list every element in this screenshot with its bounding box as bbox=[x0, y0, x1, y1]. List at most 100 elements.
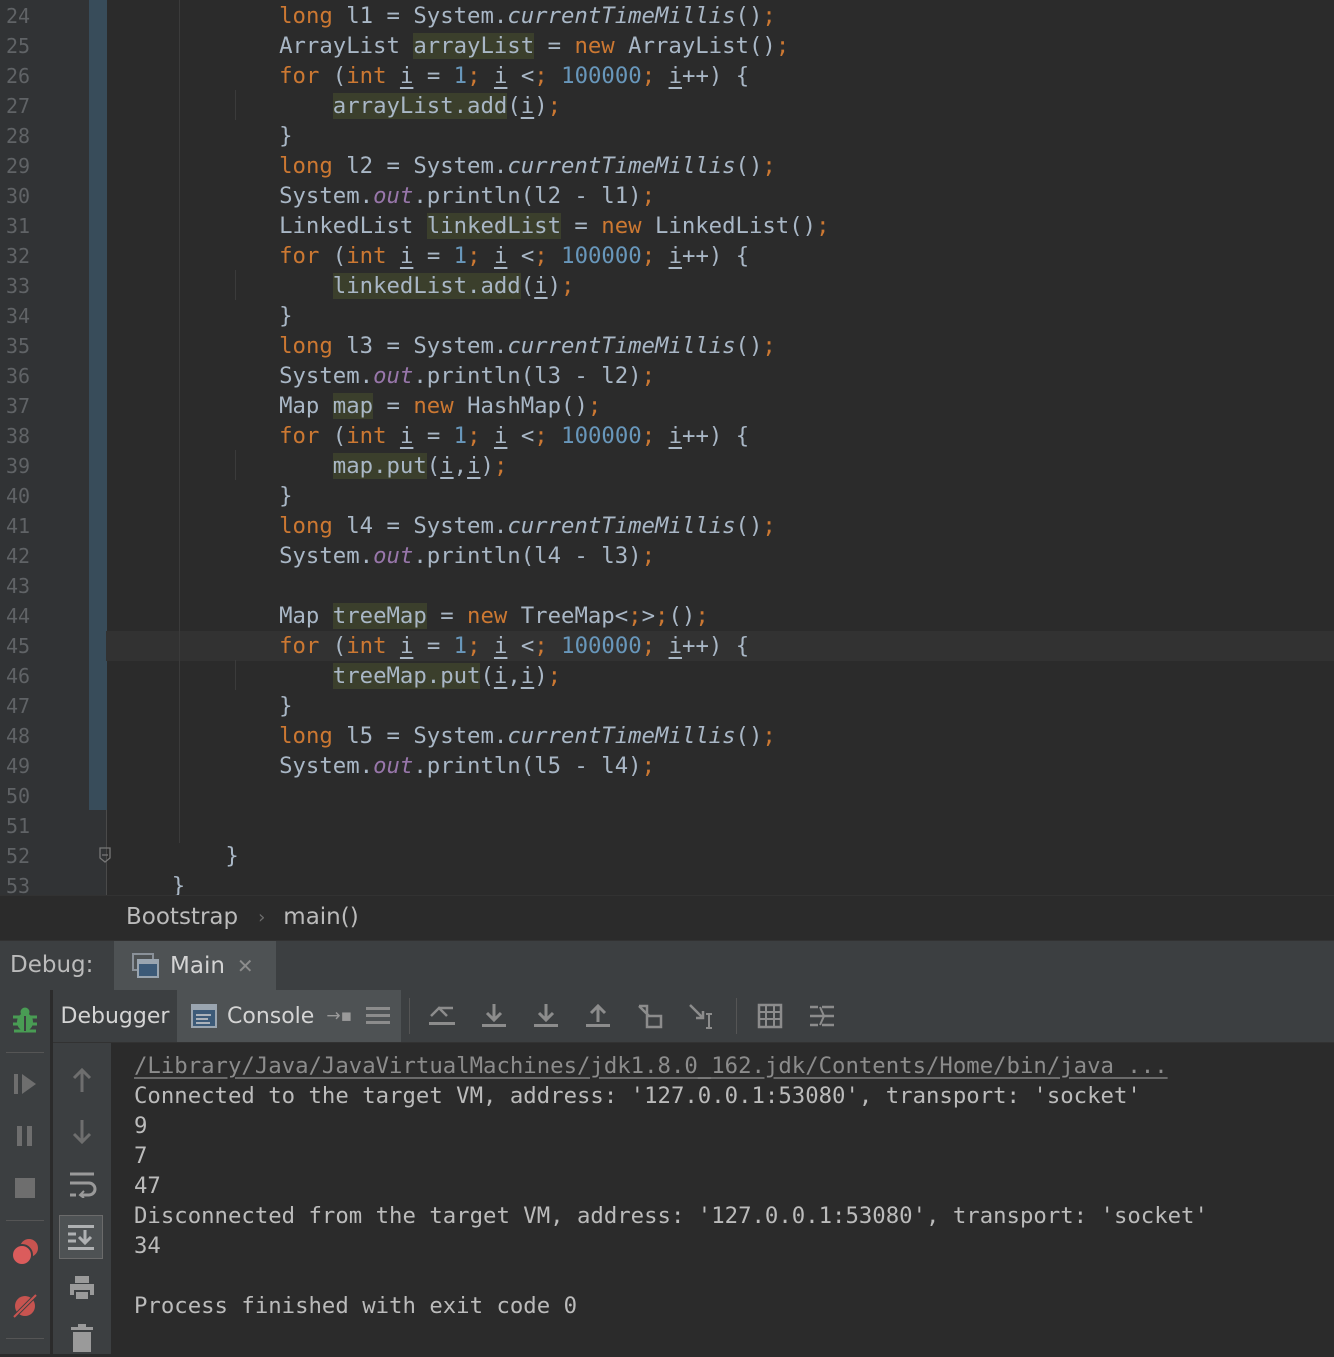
code-text: for (int i = 1; i <; 100000; i++) { bbox=[279, 633, 750, 659]
code-line[interactable]: 51 bbox=[0, 811, 1334, 841]
code-line[interactable]: 43 bbox=[0, 571, 1334, 601]
resume-icon[interactable] bbox=[9, 1068, 41, 1100]
breadcrumb-class[interactable]: Bootstrap bbox=[126, 904, 238, 930]
line-number: 52 bbox=[6, 844, 31, 868]
code-text: } bbox=[118, 483, 293, 509]
console-line: 34 bbox=[134, 1233, 161, 1259]
code-line[interactable]: 28 } bbox=[0, 121, 1334, 151]
view-breakpoints-icon[interactable] bbox=[9, 1236, 41, 1268]
code-line[interactable]: 25 ArrayList arrayList = new ArrayList()… bbox=[0, 31, 1334, 61]
code-text: long l4 = System.currentTimeMillis(); bbox=[279, 513, 776, 539]
code-line[interactable]: 36 System.out.println(l3 - l2); bbox=[0, 361, 1334, 391]
code-line[interactable]: 45 for (int i = 1; i <; 100000; i++) { bbox=[0, 631, 1334, 661]
line-number: 39 bbox=[6, 454, 31, 478]
line-number: 25 bbox=[6, 34, 31, 58]
code-editor[interactable]: 24 long l1 = System.currentTimeMillis();… bbox=[0, 0, 1334, 895]
code-text: for (int i = 1; i <; 100000; i++) { bbox=[279, 63, 750, 89]
line-number: 32 bbox=[6, 244, 31, 268]
code-line[interactable]: 35 long l3 = System.currentTimeMillis(); bbox=[0, 331, 1334, 361]
line-number: 51 bbox=[6, 814, 31, 838]
code-line[interactable]: 31 LinkedList linkedList = new LinkedLis… bbox=[0, 211, 1334, 241]
stop-icon[interactable] bbox=[9, 1172, 41, 1204]
breadcrumb-bar: Bootstrap › main() bbox=[0, 895, 1334, 941]
line-number: 41 bbox=[6, 514, 31, 538]
code-line[interactable]: 50 bbox=[0, 781, 1334, 811]
fold-marker-icon[interactable] bbox=[98, 847, 112, 863]
code-line[interactable]: 37 Map map = new HashMap(); bbox=[0, 391, 1334, 421]
debug-tool-window-header: Debug: Main ✕ bbox=[0, 940, 1334, 991]
code-line[interactable]: 38 for (int i = 1; i <; 100000; i++) { bbox=[0, 421, 1334, 451]
code-text: treeMap.put(i,i); bbox=[332, 663, 562, 689]
trace-icon[interactable] bbox=[805, 999, 839, 1033]
console-command-path[interactable]: /Library/Java/JavaVirtualMachines/jdk1.8… bbox=[134, 1051, 1168, 1081]
code-line[interactable]: 41 long l4 = System.currentTimeMillis(); bbox=[0, 511, 1334, 541]
breadcrumb: Bootstrap › main() bbox=[126, 904, 359, 930]
code-line[interactable]: 48 long l5 = System.currentTimeMillis(); bbox=[0, 721, 1334, 751]
pause-icon[interactable] bbox=[9, 1120, 41, 1152]
print-icon[interactable] bbox=[63, 1269, 101, 1307]
code-line[interactable]: 44 Map treeMap = new TreeMap<;>;(); bbox=[0, 601, 1334, 631]
trash-icon[interactable] bbox=[63, 1319, 101, 1357]
console-line: 9 bbox=[134, 1113, 148, 1139]
restore-layout-icon[interactable] bbox=[361, 999, 395, 1033]
code-line[interactable]: 33 linkedList.add(i); bbox=[0, 271, 1334, 301]
code-text: } bbox=[118, 123, 293, 149]
code-text: LinkedList linkedList = new LinkedList()… bbox=[118, 213, 830, 239]
step-over-icon[interactable] bbox=[477, 999, 511, 1033]
line-number: 30 bbox=[6, 184, 31, 208]
code-line[interactable]: 47 } bbox=[0, 691, 1334, 721]
code-text: } bbox=[118, 693, 293, 719]
line-number: 48 bbox=[6, 724, 31, 748]
code-text: Map map = new HashMap(); bbox=[118, 393, 602, 419]
debug-bug-icon[interactable] bbox=[9, 1004, 41, 1036]
step-out-icon[interactable] bbox=[581, 999, 615, 1033]
line-number: 33 bbox=[6, 274, 31, 298]
console-line: Connected to the target VM, address: '12… bbox=[134, 1083, 1141, 1109]
code-line[interactable]: 39 map.put(i,i); bbox=[0, 451, 1334, 481]
pin-tab-icon[interactable]: →▪ bbox=[326, 1006, 352, 1026]
code-line[interactable]: 52 } bbox=[0, 841, 1334, 871]
scroll-to-end-icon[interactable] bbox=[59, 1215, 103, 1259]
console-output[interactable]: /Library/Java/JavaVirtualMachines/jdk1.8… bbox=[112, 1043, 1334, 1354]
show-execution-point-icon[interactable] bbox=[425, 999, 459, 1033]
code-line[interactable]: 27 arrayList.add(i); bbox=[0, 91, 1334, 121]
code-text: long l2 = System.currentTimeMillis(); bbox=[279, 153, 776, 179]
line-number: 29 bbox=[6, 154, 31, 178]
drop-frame-icon[interactable] bbox=[633, 999, 667, 1033]
code-line[interactable]: 24 long l1 = System.currentTimeMillis(); bbox=[0, 1, 1334, 31]
code-line[interactable]: 42 System.out.println(l4 - l3); bbox=[0, 541, 1334, 571]
console-line: Process finished with exit code 0 bbox=[134, 1293, 577, 1319]
debug-actions-toolbar bbox=[0, 990, 51, 1354]
breadcrumb-method[interactable]: main() bbox=[283, 904, 358, 930]
close-icon[interactable]: ✕ bbox=[237, 954, 254, 978]
application-window-icon bbox=[132, 952, 160, 979]
mute-breakpoints-icon[interactable] bbox=[9, 1290, 41, 1322]
tab-console-label: Console bbox=[227, 1003, 315, 1029]
console-line: Disconnected from the target VM, address… bbox=[134, 1203, 1208, 1229]
line-number: 27 bbox=[6, 94, 31, 118]
run-to-cursor-icon[interactable] bbox=[685, 999, 719, 1033]
code-line[interactable]: 49 System.out.println(l5 - l4); bbox=[0, 751, 1334, 781]
code-text: System.out.println(l3 - l2); bbox=[118, 363, 655, 389]
code-line[interactable]: 29 long l2 = System.currentTimeMillis(); bbox=[0, 151, 1334, 181]
down-arrow-icon[interactable] bbox=[63, 1113, 101, 1151]
evaluate-expression-icon[interactable] bbox=[753, 999, 787, 1033]
code-text: linkedList.add(i); bbox=[332, 273, 575, 299]
debug-tabs-toolbar: Debugger Console →▪ bbox=[53, 990, 1334, 1043]
code-line[interactable]: 34 } bbox=[0, 301, 1334, 331]
soft-wrap-icon[interactable] bbox=[63, 1165, 101, 1203]
code-line[interactable]: 32 for (int i = 1; i <; 100000; i++) { bbox=[0, 241, 1334, 271]
line-number: 47 bbox=[6, 694, 31, 718]
console-side-toolbar bbox=[53, 1043, 112, 1354]
step-into-icon[interactable] bbox=[529, 999, 563, 1033]
run-config-tab-main[interactable]: Main ✕ bbox=[114, 941, 276, 990]
up-arrow-icon[interactable] bbox=[63, 1061, 101, 1099]
code-line[interactable]: 30 System.out.println(l2 - l1); bbox=[0, 181, 1334, 211]
code-line[interactable]: 53 } bbox=[0, 871, 1334, 895]
code-line[interactable]: 46 treeMap.put(i,i); bbox=[0, 661, 1334, 691]
tab-debugger[interactable]: Debugger bbox=[53, 990, 177, 1042]
code-line[interactable]: 26 for (int i = 1; i <; 100000; i++) { bbox=[0, 61, 1334, 91]
line-number: 28 bbox=[6, 124, 31, 148]
code-line[interactable]: 40 } bbox=[0, 481, 1334, 511]
console-line: 47 bbox=[134, 1173, 161, 1199]
